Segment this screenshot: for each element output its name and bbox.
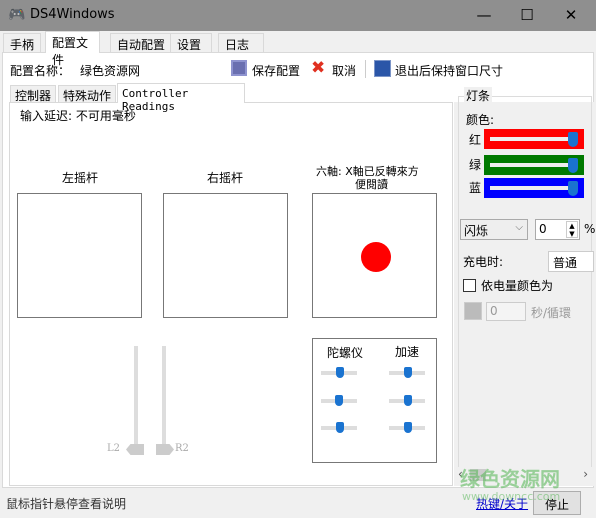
- accel-y-thumb: [404, 395, 412, 406]
- r2-slider: [162, 346, 166, 454]
- charging-mode-button[interactable]: 普通: [548, 251, 594, 272]
- keep-window-size-button[interactable]: 退出后保持窗口尺寸: [395, 62, 503, 79]
- battery-color-checkbox[interactable]: [463, 279, 476, 292]
- hint-text: 鼠标指针悬停查看说明: [6, 497, 127, 511]
- green-label: 绿: [469, 158, 482, 172]
- input-delay-text: 输入延迟: 不可用毫秒: [20, 109, 136, 123]
- tab-controllers[interactable]: 手柄: [3, 33, 42, 53]
- percent-label: %: [584, 222, 596, 236]
- tab-controls[interactable]: 控制器: [10, 85, 57, 103]
- sixaxis-label-line2: 便閱讀: [355, 178, 388, 191]
- profile-name-input[interactable]: 绿色资源网: [68, 58, 198, 80]
- cancel-icon: ✖: [311, 58, 326, 78]
- right-stick-display: [163, 193, 288, 318]
- gyro-z-thumb: [336, 422, 344, 433]
- maximize-button[interactable]: ☐: [512, 4, 542, 26]
- watermark-url: www.downcc.com: [462, 490, 561, 503]
- cancel-button[interactable]: 取消: [332, 62, 356, 79]
- green-slider[interactable]: [484, 155, 584, 175]
- window-size-icon: [374, 60, 391, 77]
- cycle-unit-label: 秒/循環: [531, 306, 572, 320]
- title-bar: 🎮 DS4Windows — ☐ ✕: [0, 0, 596, 31]
- tab-profiles[interactable]: 配置文件: [45, 31, 100, 67]
- gyro-x-thumb: [336, 367, 344, 378]
- window-title: DS4Windows: [30, 7, 115, 22]
- gamepad-icon: 🎮: [8, 7, 26, 23]
- blue-label: 蓝: [469, 181, 482, 195]
- lightbar-title: 灯条: [464, 87, 493, 104]
- tab-log[interactable]: 日志: [218, 33, 264, 53]
- profile-name-label: 配置名称：: [10, 64, 71, 78]
- chevron-down-icon: ⌵: [515, 222, 523, 233]
- charging-label: 充电时:: [463, 255, 504, 269]
- tab-auto-profiles[interactable]: 自动配置: [110, 33, 173, 53]
- spinner-icon[interactable]: ▲ ▼: [566, 221, 578, 238]
- cycle-stepper[interactable]: 0: [486, 302, 526, 321]
- close-button[interactable]: ✕: [556, 4, 586, 26]
- red-slider[interactable]: [484, 129, 584, 149]
- rainbow-icon[interactable]: [464, 302, 482, 320]
- minimize-button[interactable]: —: [469, 4, 499, 26]
- red-thumb[interactable]: [568, 132, 578, 147]
- left-stick-display: [17, 193, 142, 318]
- green-thumb[interactable]: [568, 158, 578, 173]
- r2-label: R2: [175, 443, 189, 454]
- mode-select[interactable]: 闪烁 ⌵: [460, 219, 528, 240]
- l2-slider: [134, 346, 138, 454]
- right-stick-label: 右摇杆: [207, 171, 244, 185]
- flash-rate-value: 0: [539, 222, 547, 236]
- gyro-label: 陀螺仪: [327, 346, 364, 360]
- tab-settings[interactable]: 设置: [170, 33, 212, 53]
- toolbar-divider: [365, 60, 366, 78]
- accel-z-thumb: [404, 422, 412, 433]
- tab-special-actions[interactable]: 特殊动作: [58, 85, 117, 103]
- save-profile-button[interactable]: 保存配置: [252, 62, 300, 79]
- gyro-y-thumb: [335, 395, 343, 406]
- battery-color-label: 依电量颜色为: [481, 279, 554, 293]
- save-icon: [231, 60, 247, 76]
- tab-controller-readings[interactable]: Controller Readings: [117, 83, 245, 113]
- accel-label: 加速: [395, 345, 420, 359]
- motion-display: 陀螺仪 加速: [312, 338, 437, 463]
- color-label: 颜色:: [466, 113, 495, 127]
- scroll-right-icon[interactable]: ›: [583, 467, 588, 481]
- l2-label: L2: [107, 443, 121, 454]
- blue-slider[interactable]: [484, 178, 584, 198]
- red-label: 红: [469, 133, 482, 147]
- mode-value: 闪烁: [464, 224, 489, 238]
- left-stick-label: 左摇杆: [62, 171, 99, 185]
- blue-thumb[interactable]: [568, 181, 578, 196]
- watermark-logo: 绿色资源网: [460, 467, 560, 491]
- sixaxis-display: [312, 193, 437, 318]
- sixaxis-dot: [361, 242, 391, 272]
- flash-rate-stepper[interactable]: 0 ▲ ▼: [535, 219, 580, 240]
- cycle-value: 0: [490, 304, 498, 318]
- accel-x-thumb: [404, 367, 412, 378]
